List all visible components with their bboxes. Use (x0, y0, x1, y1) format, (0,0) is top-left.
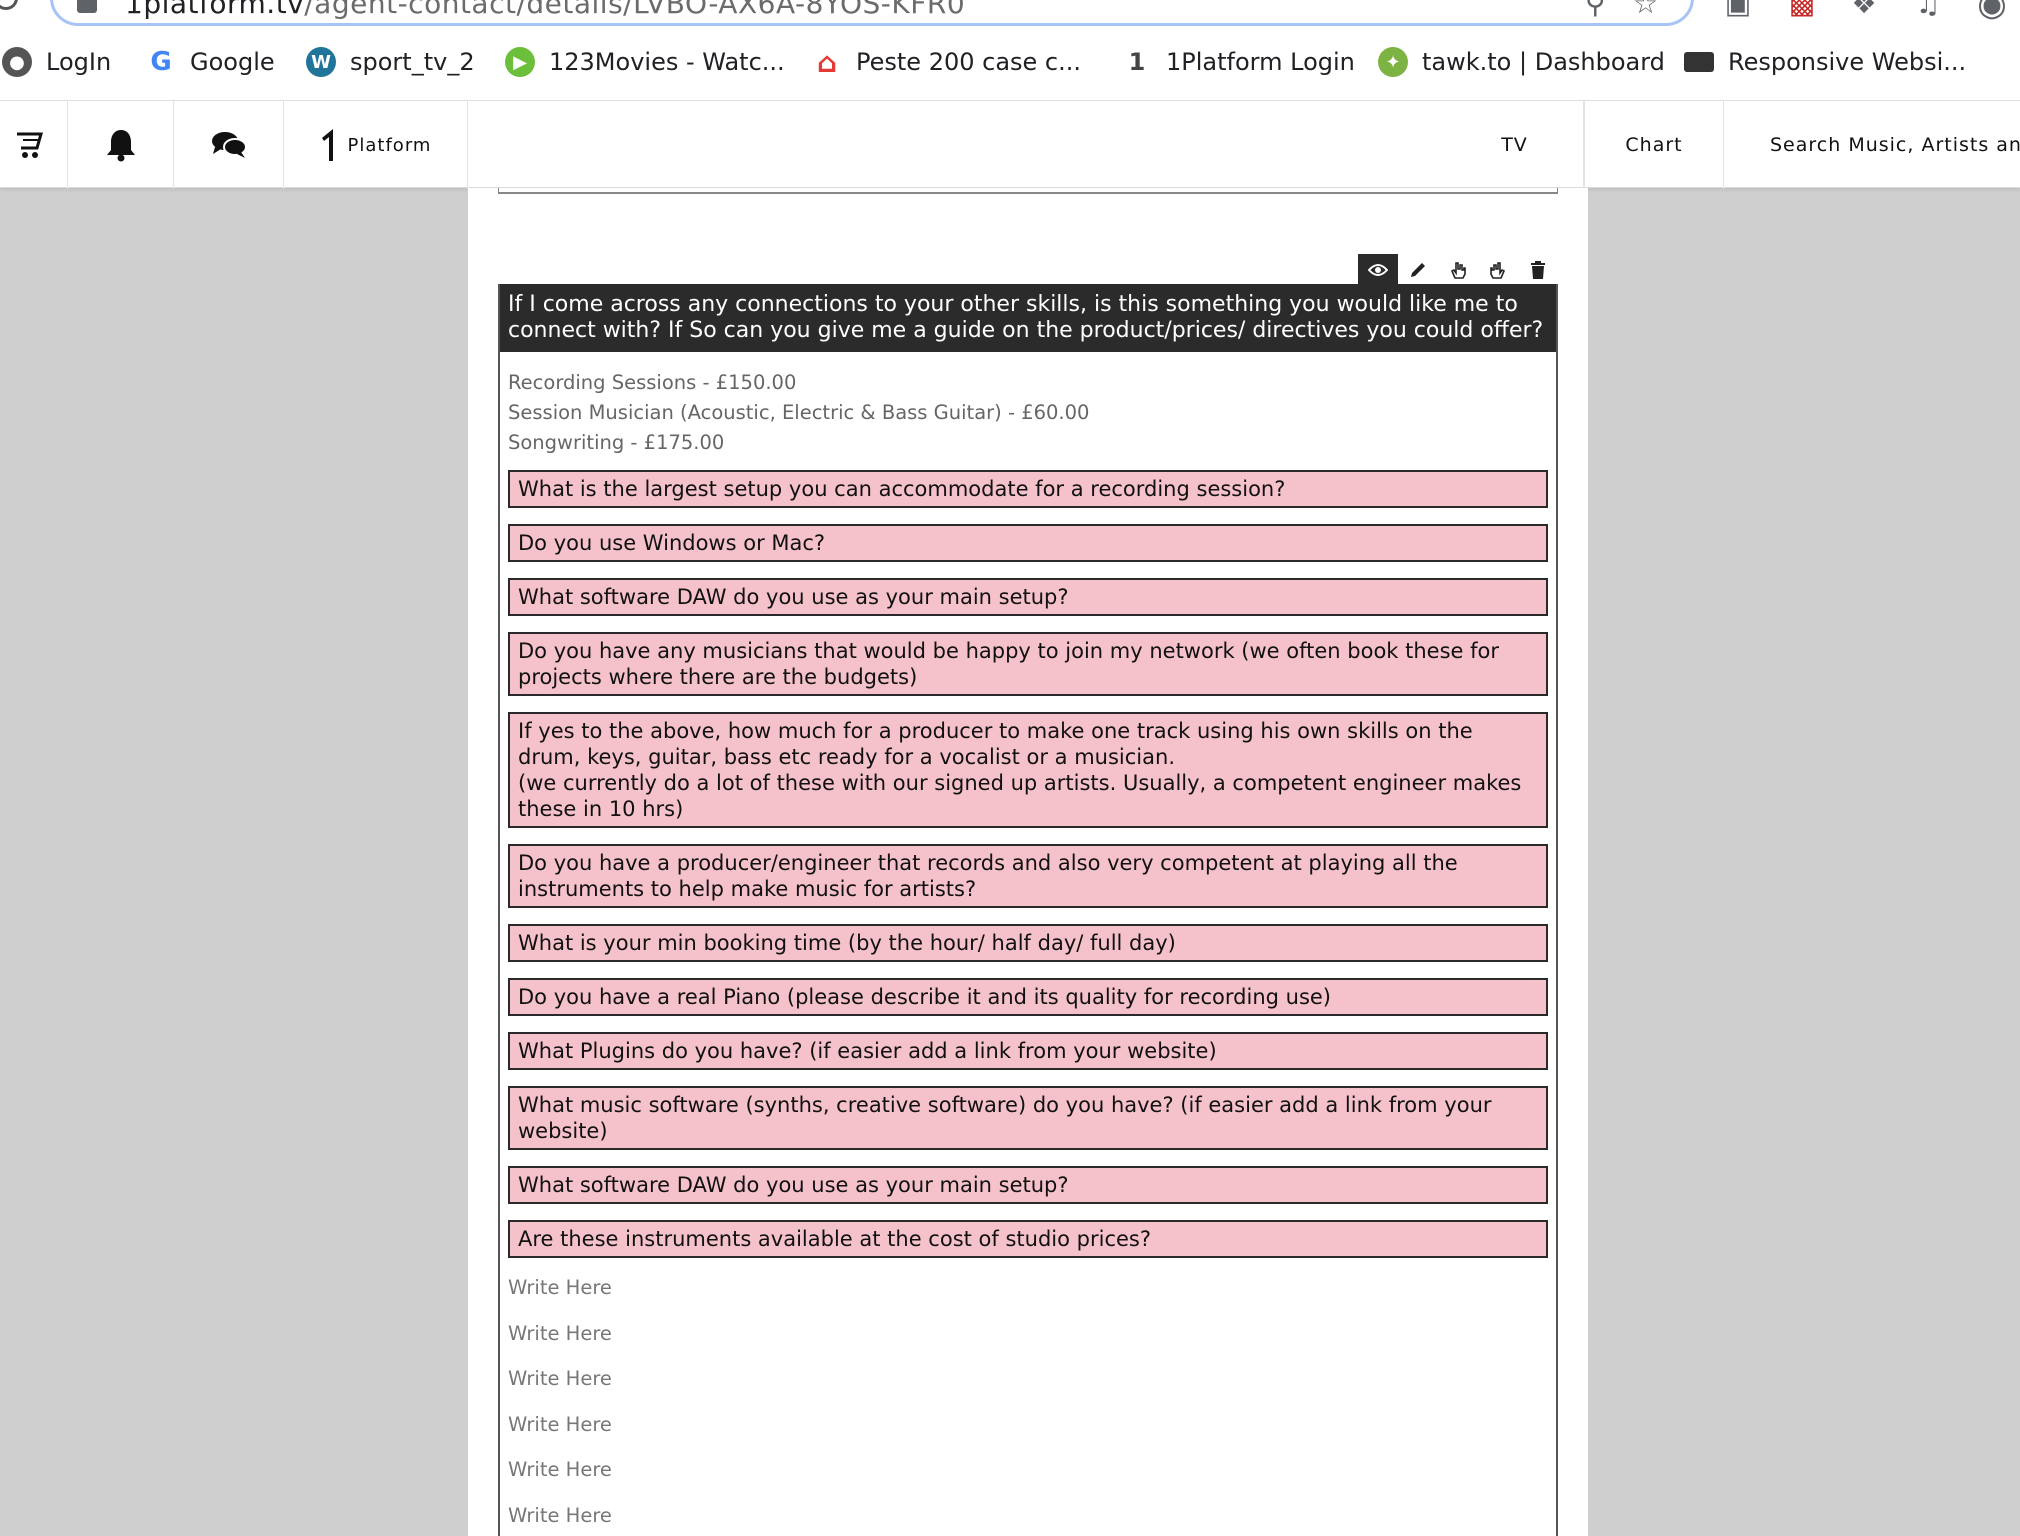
nav-tv-label: TV (1501, 134, 1528, 156)
bookmark-label: sport_tv_2 (350, 48, 475, 76)
bookmark-label: 123Movies - Watc... (549, 48, 785, 76)
address-bar[interactable]: 1platform.tv/agent-contact/details/LVBO-… (50, 0, 1694, 26)
bookmark-responsive[interactable]: Responsive Websi... (1684, 40, 1966, 84)
hand-pointer-icon (1490, 262, 1506, 279)
nav-tv[interactable]: TV (1446, 101, 1584, 189)
question-item[interactable]: Do you have any musicians that would be … (508, 632, 1548, 696)
question-item[interactable]: What software DAW do you use as your mai… (508, 578, 1548, 616)
brand-link[interactable]: Platform (284, 101, 468, 189)
edit-button[interactable] (1398, 254, 1438, 286)
play-icon: ▶ (505, 47, 535, 77)
globe-icon: ● (2, 47, 32, 77)
question-item[interactable]: If yes to the above, how much for a prod… (508, 712, 1548, 828)
question-item[interactable]: Are these instruments available at the c… (508, 1220, 1548, 1258)
view-button[interactable] (1358, 254, 1398, 286)
bookmark-google[interactable]: G Google (146, 40, 275, 84)
service-item: Songwriting - £175.00 (508, 431, 725, 454)
bookmark-peste[interactable]: ⌂ Peste 200 case c... (812, 40, 1081, 84)
url-text[interactable]: 1platform.tv/agent-contact/details/LVBO-… (125, 0, 965, 20)
star-icon[interactable]: ☆ (1633, 0, 1658, 20)
nav-chart[interactable]: Chart (1584, 101, 1724, 189)
reload-icon[interactable] (0, 0, 18, 10)
1platform-logo-icon (321, 129, 333, 161)
lock-icon[interactable] (77, 0, 97, 13)
bookmark-label: 1Platform Login (1166, 48, 1355, 76)
site-search-label[interactable]: Search Music, Artists and P (1770, 134, 2020, 156)
copy-button[interactable] (1478, 254, 1518, 286)
answer-field[interactable]: Write Here (508, 1314, 1548, 1360)
search-icon[interactable]: ⚲ (1585, 0, 1606, 20)
site-navbar: Platform TV Chart Search Music, Artists … (0, 100, 2020, 189)
pencil-icon (1411, 263, 1425, 277)
hand-icon (1450, 262, 1466, 279)
previous-card-edge (498, 188, 1558, 194)
profile-icon[interactable]: ◉ (1976, 0, 2008, 21)
question-item[interactable]: What software DAW do you use as your mai… (508, 1166, 1548, 1204)
service-item: Recording Sessions - £150.00 (508, 371, 797, 394)
chat-icon (211, 132, 247, 158)
bookmark-label: tawk.to | Dashboard (1422, 48, 1665, 76)
bookmark-login[interactable]: ● LogIn (2, 40, 111, 84)
bookmark-label: Google (190, 48, 275, 76)
content-panel: If I come across any connections to your… (468, 188, 1588, 1536)
wordpress-icon: W (306, 47, 336, 77)
card-header: If I come across any connections to your… (500, 284, 1556, 352)
eye-icon (1368, 264, 1388, 276)
puzzle-icon[interactable]: ❖ (1848, 0, 1880, 20)
answer-field[interactable]: Write Here (508, 1450, 1548, 1496)
question-item[interactable]: What music software (synths, creative so… (508, 1086, 1548, 1150)
question-item[interactable]: Do you have a real Piano (please describ… (508, 978, 1548, 1016)
notifications-button[interactable] (68, 101, 174, 189)
parrot-icon: ✦ (1378, 47, 1408, 77)
question-item[interactable]: What is your min booking time (by the ho… (508, 924, 1548, 962)
question-item[interactable]: What Plugins do you have? (if easier add… (508, 1032, 1548, 1070)
cart-button[interactable] (0, 101, 68, 189)
1platform-icon: 1 (1122, 47, 1152, 77)
drag-button[interactable] (1438, 254, 1478, 286)
media-icon[interactable]: ♫ (1912, 0, 1944, 20)
service-item: Session Musician (Acoustic, Electric & B… (508, 401, 1090, 424)
answer-field[interactable]: Write Here (508, 1359, 1548, 1405)
bookmark-sport-tv[interactable]: W sport_tv_2 (306, 40, 475, 84)
question-item[interactable]: What is the largest setup you can accomm… (508, 470, 1548, 508)
question-item[interactable]: Do you have a producer/engineer that rec… (508, 844, 1548, 908)
messages-button[interactable] (174, 101, 284, 189)
bookmark-label: Responsive Websi... (1728, 48, 1967, 76)
bookmark-label: Peste 200 case c... (856, 48, 1082, 76)
bookmark-label: LogIn (46, 48, 112, 76)
google-icon: G (146, 47, 176, 77)
card-toolbar (1358, 254, 1558, 286)
address-row: 1platform.tv/agent-contact/details/LVBO-… (0, 0, 2020, 30)
trash-icon (1531, 261, 1545, 279)
laptop-icon (1684, 52, 1714, 72)
bookmark-123movies[interactable]: ▶ 123Movies - Watc... (505, 40, 785, 84)
question-card: If I come across any connections to your… (498, 284, 1558, 1536)
bookmarks-bar: ● LogIn G Google W sport_tv_2 ▶ 123Movie… (0, 40, 2020, 84)
answer-field[interactable]: Write Here (508, 1405, 1548, 1451)
brand-label: Platform (347, 134, 432, 156)
screen-cast-icon[interactable]: ▣ (1722, 0, 1754, 20)
questions-list: What is the largest setup you can accomm… (508, 470, 1548, 1258)
cart-icon (16, 132, 43, 158)
extension-pdf-icon[interactable]: ▩ (1786, 0, 1818, 20)
nav-chart-label: Chart (1625, 134, 1683, 156)
bookmark-tawk[interactable]: ✦ tawk.to | Dashboard (1378, 40, 1665, 84)
site-search[interactable]: Search Music, Artists and P (1724, 101, 2020, 189)
bell-icon (106, 130, 135, 162)
services-list: Recording Sessions - £150.00 Session Mus… (500, 352, 1556, 458)
question-item[interactable]: Do you use Windows or Mac? (508, 524, 1548, 562)
bookmark-1platform-login[interactable]: 1 1Platform Login (1122, 40, 1355, 84)
answer-field[interactable]: Write Here (508, 1268, 1548, 1314)
delete-button[interactable] (1518, 254, 1558, 286)
answer-fields: Write Here Write Here Write Here Write H… (500, 1268, 1556, 1536)
answer-field[interactable]: Write Here (508, 1496, 1548, 1536)
browser-chrome: 1platform.tv/agent-contact/details/LVBO-… (0, 0, 2020, 100)
house-icon: ⌂ (812, 46, 842, 79)
